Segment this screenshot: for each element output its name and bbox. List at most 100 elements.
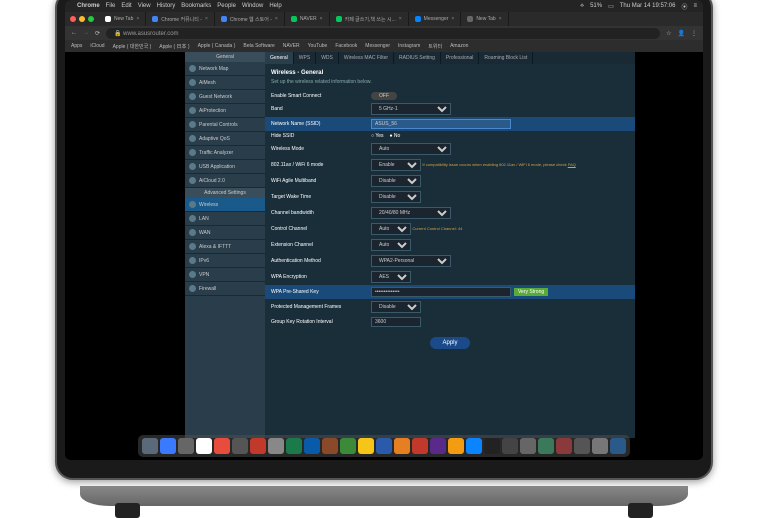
channel-select[interactable]: Auto — [371, 223, 411, 235]
menu-people[interactable]: People — [217, 3, 236, 9]
sidebar-item-alexa[interactable]: Alexa & IFTTT — [185, 240, 265, 254]
tab-radius[interactable]: RADIUS Setting — [394, 52, 441, 64]
menu-help[interactable]: Help — [269, 3, 281, 9]
psk-input[interactable] — [371, 287, 511, 297]
encryption-select[interactable]: AES — [371, 271, 411, 283]
ext-channel-select[interactable]: Auto — [371, 239, 411, 251]
menu-window[interactable]: Window — [242, 3, 263, 9]
bkm-twitter[interactable]: 트위터 — [428, 43, 442, 50]
bkm-amazon[interactable]: Amazon — [450, 43, 468, 49]
url-input[interactable]: 🔒 www.asusrouter.com — [106, 28, 660, 39]
dock-app-19[interactable] — [484, 438, 500, 454]
back-icon[interactable]: ← — [71, 30, 77, 36]
dock-app-11[interactable] — [340, 438, 356, 454]
tab-5[interactable]: Messenger× — [409, 12, 462, 26]
dock-app-18[interactable] — [466, 438, 482, 454]
dock-app-16[interactable] — [430, 438, 446, 454]
dock-app-2[interactable] — [178, 438, 194, 454]
kebab-icon[interactable]: ⋮ — [691, 30, 697, 37]
sidebar-item-lan[interactable]: LAN — [185, 212, 265, 226]
band-select[interactable]: 5 GHz-1 — [371, 103, 451, 115]
agile-select[interactable]: Disable — [371, 175, 421, 187]
wifi-icon[interactable]: ⟡ — [580, 3, 584, 10]
sidebar-item-ipv6[interactable]: IPv6 — [185, 254, 265, 268]
sidebar-item-usb[interactable]: USB Application — [185, 160, 265, 174]
dock-app-22[interactable] — [538, 438, 554, 454]
dock-app-0[interactable] — [142, 438, 158, 454]
tab-0[interactable]: New Tab× — [99, 12, 146, 26]
dock-app-6[interactable] — [250, 438, 266, 454]
dock-app-24[interactable] — [574, 438, 590, 454]
sidebar-item-vpn[interactable]: VPN — [185, 268, 265, 282]
dock-app-7[interactable] — [268, 438, 284, 454]
sidebar-item-traffic[interactable]: Traffic Analyzer — [185, 146, 265, 160]
bkm-apple-ca[interactable]: Apple ( Canada ) — [198, 43, 236, 49]
menu-view[interactable]: View — [138, 3, 151, 9]
tab-3[interactable]: NAVER× — [285, 12, 330, 26]
dock-app-5[interactable] — [232, 438, 248, 454]
group-key-input[interactable] — [371, 317, 421, 327]
dock-app-25[interactable] — [592, 438, 608, 454]
dock-app-1[interactable] — [160, 438, 176, 454]
bkm-messenger[interactable]: Messenger — [365, 43, 390, 49]
bkm-icloud[interactable]: iCloud — [90, 43, 104, 49]
bkm-naver[interactable]: NAVER — [283, 43, 300, 49]
bkm-beta[interactable]: Beta Software — [243, 43, 274, 49]
bkm-apps[interactable]: Apps — [71, 43, 82, 49]
window-minimize[interactable] — [79, 16, 85, 22]
dock-app-12[interactable] — [358, 438, 374, 454]
sidebar-item-aicloud[interactable]: AiCloud 2.0 — [185, 174, 265, 188]
tab-6[interactable]: New Tab× — [461, 12, 508, 26]
bandwidth-select[interactable]: 20/40/80 MHz — [371, 207, 451, 219]
hide-yes-radio[interactable]: ○ Yes — [371, 133, 384, 139]
tab-professional[interactable]: Professional — [441, 52, 480, 64]
reload-icon[interactable]: ⟳ — [95, 30, 100, 37]
tab-macfilter[interactable]: Wireless MAC Filter — [339, 52, 394, 64]
menu-edit[interactable]: Edit — [121, 3, 131, 9]
dock-app-3[interactable] — [196, 438, 212, 454]
star-icon[interactable]: ☆ — [666, 30, 671, 37]
window-close[interactable] — [70, 16, 76, 22]
tab-roaming[interactable]: Roaming Block List — [479, 52, 533, 64]
tab-2[interactable]: Chrome 웹 스토어 -× — [215, 12, 285, 26]
dock-app-9[interactable] — [304, 438, 320, 454]
dock-app-23[interactable] — [556, 438, 572, 454]
smart-connect-toggle[interactable]: OFF — [371, 92, 397, 100]
tab-wds[interactable]: WDS — [316, 52, 339, 64]
sidebar-item-firewall[interactable]: Firewall — [185, 282, 265, 296]
dock-app-14[interactable] — [394, 438, 410, 454]
search-icon[interactable]: ⦿ — [681, 2, 687, 11]
dock-app-10[interactable] — [322, 438, 338, 454]
sidebar-item-parental[interactable]: Parental Controls — [185, 118, 265, 132]
auth-select[interactable]: WPA2-Personal — [371, 255, 451, 267]
tab-4[interactable]: 카페 글쓰기,책 쓰는 시...× — [330, 12, 409, 26]
sidebar-item-network-map[interactable]: Network Map — [185, 62, 265, 76]
dock-app-13[interactable] — [376, 438, 392, 454]
sidebar-item-wan[interactable]: WAN — [185, 226, 265, 240]
forward-icon[interactable]: → — [83, 30, 89, 36]
twt-select[interactable]: Disable — [371, 191, 421, 203]
faq-link[interactable]: FAQ — [568, 162, 576, 167]
dock-app-8[interactable] — [286, 438, 302, 454]
tab-wps[interactable]: WPS — [294, 52, 316, 64]
ssid-input[interactable] — [371, 119, 511, 129]
sidebar-item-guest[interactable]: Guest Network — [185, 90, 265, 104]
hide-no-radio[interactable]: ● No — [390, 133, 401, 139]
tab-general[interactable]: General — [265, 52, 294, 64]
apply-button[interactable]: Apply — [430, 337, 469, 349]
tab-1[interactable]: Chrome 커뮤니티 - × — [146, 12, 215, 26]
dock-app-26[interactable] — [610, 438, 626, 454]
menu-file[interactable]: File — [106, 3, 116, 9]
menu-history[interactable]: History — [157, 3, 176, 9]
menu-bookmarks[interactable]: Bookmarks — [181, 3, 211, 9]
sidebar-item-qos[interactable]: Adaptive QoS — [185, 132, 265, 146]
sidebar-item-wireless[interactable]: Wireless — [185, 198, 265, 212]
bkm-instagram[interactable]: Instagram — [398, 43, 420, 49]
menu-icon[interactable]: ≡ — [693, 3, 697, 9]
dock-app-4[interactable] — [214, 438, 230, 454]
wireless-mode-select[interactable]: Auto — [371, 143, 451, 155]
pmf-select[interactable]: Disable — [371, 301, 421, 313]
bkm-apple-jp[interactable]: Apple ( 日本 ) — [159, 43, 189, 50]
sidebar-item-aiprotection[interactable]: AiProtection — [185, 104, 265, 118]
window-zoom[interactable] — [88, 16, 94, 22]
